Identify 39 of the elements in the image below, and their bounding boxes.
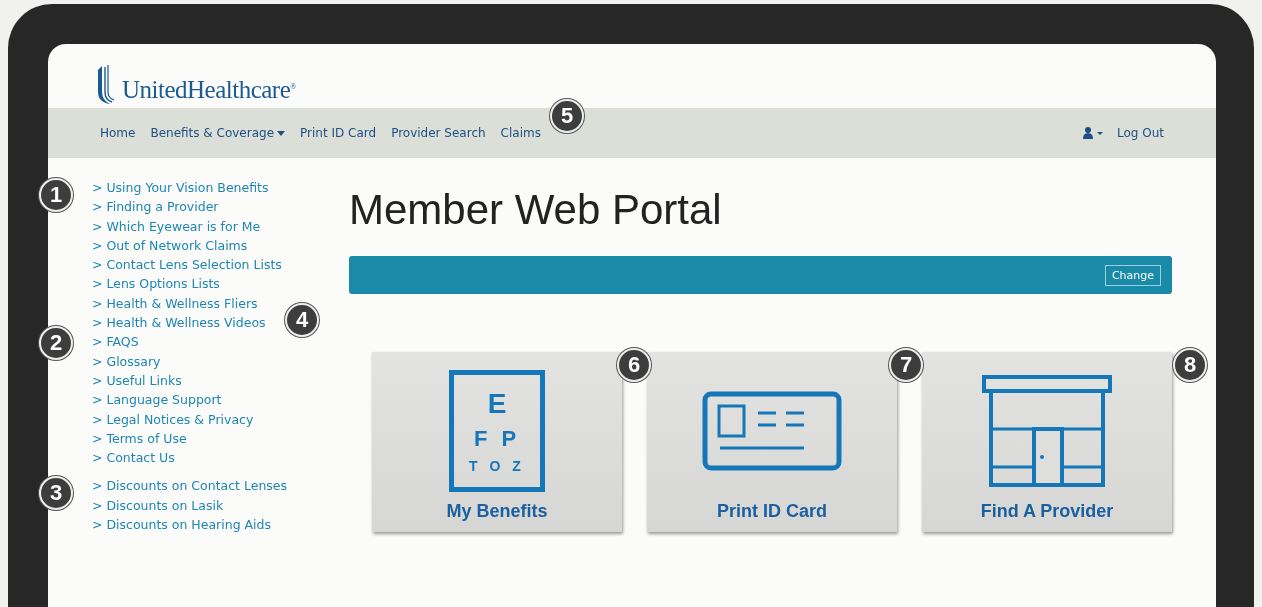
change-button[interactable]: Change — [1104, 264, 1161, 286]
sidebar-link[interactable]: > Terms of Use — [92, 428, 187, 449]
sidebar-link[interactable]: > Discounts on Lasik — [92, 495, 224, 516]
eye-chart-icon: E F P T O Z — [449, 369, 545, 492]
sidebar-link[interactable]: > Discounts on Hearing Aids — [92, 515, 272, 535]
tile-label: Print ID Card — [717, 501, 827, 522]
sidebar-link[interactable]: > Legal Notices & Privacy — [92, 409, 254, 429]
nav-link[interactable]: Benefits & Coverage — [150, 126, 286, 140]
sidebar-link[interactable]: > Language Support — [92, 390, 222, 410]
sidebar-link[interactable]: > Glossary — [92, 351, 161, 371]
tile-label: My Benefits — [446, 501, 548, 522]
tile-label: Find A Provider — [980, 501, 1114, 522]
sidebar-link[interactable]: > Contact Lens Selection Lists — [92, 255, 282, 275]
nav-link[interactable]: Print ID Card — [300, 126, 377, 140]
shield-logo-icon — [96, 64, 116, 104]
sidebar-link[interactable]: > FAQS — [92, 332, 139, 352]
sidebar-link[interactable]: > Out of Network Claims — [92, 235, 248, 256]
sidebar-link[interactable]: > Lens Options Lists — [92, 274, 220, 294]
sidebar-link[interactable]: > Health & Wellness Videos — [92, 313, 266, 333]
nav-link[interactable]: Claims — [500, 126, 541, 140]
sidebar-link[interactable]: > Finding a Provider — [92, 197, 219, 217]
brand-name: UnitedHealthcare$^{®}$ — [122, 76, 296, 104]
sidebar-link[interactable]: > Using Your Vision Benefits — [92, 178, 269, 198]
logout-link[interactable]: Log Out — [1117, 126, 1164, 140]
tile-card[interactable]: E F P T O Z My Benefits — [372, 352, 622, 532]
sidebar-link[interactable]: > Useful Links — [92, 370, 182, 391]
storefront-icon — [982, 374, 1112, 487]
tile-card[interactable]: Find A Provider — [922, 352, 1172, 532]
tile-card[interactable]: Print ID Card — [647, 352, 897, 532]
caret-icon — [277, 130, 286, 136]
page-title: Member Web Portal — [349, 185, 723, 235]
user-icon[interactable] — [1083, 127, 1105, 139]
sidebar-link[interactable]: > Discounts on Contact Lenses — [92, 476, 288, 496]
id-card-icon — [702, 390, 842, 471]
nav-link[interactable]: Provider Search — [391, 126, 486, 140]
sidebar-link[interactable]: > Health & Wellness Fliers — [92, 293, 258, 314]
sidebar-link[interactable]: > Which Eyewear is for Me — [92, 216, 261, 236]
sidebar-link[interactable]: > Contact Us — [92, 448, 175, 468]
nav-link[interactable]: Home — [100, 126, 136, 140]
